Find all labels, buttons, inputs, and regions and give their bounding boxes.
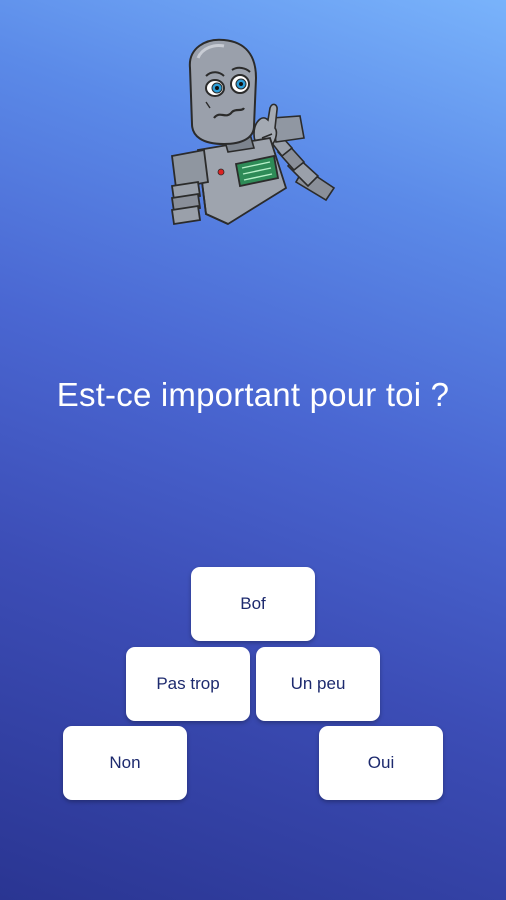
answer-un-peu-button[interactable]: Un peu: [256, 647, 380, 721]
answer-bof-label: Bof: [240, 594, 266, 613]
answer-un-peu-label: Un peu: [290, 674, 346, 693]
answer-non-button[interactable]: Non: [63, 726, 187, 800]
answer-oui-button[interactable]: Oui: [319, 726, 443, 800]
answer-bof-button[interactable]: Bof: [191, 567, 315, 641]
question-text: Est-ce important pour toi ?: [56, 376, 450, 413]
answer-non-label: Non: [109, 753, 141, 772]
thinking-robot-icon: [158, 38, 348, 228]
answer-pas-trop-button[interactable]: Pas trop: [126, 647, 250, 721]
answer-pas-trop-label: Pas trop: [156, 674, 220, 693]
answer-oui-label: Oui: [367, 753, 395, 772]
